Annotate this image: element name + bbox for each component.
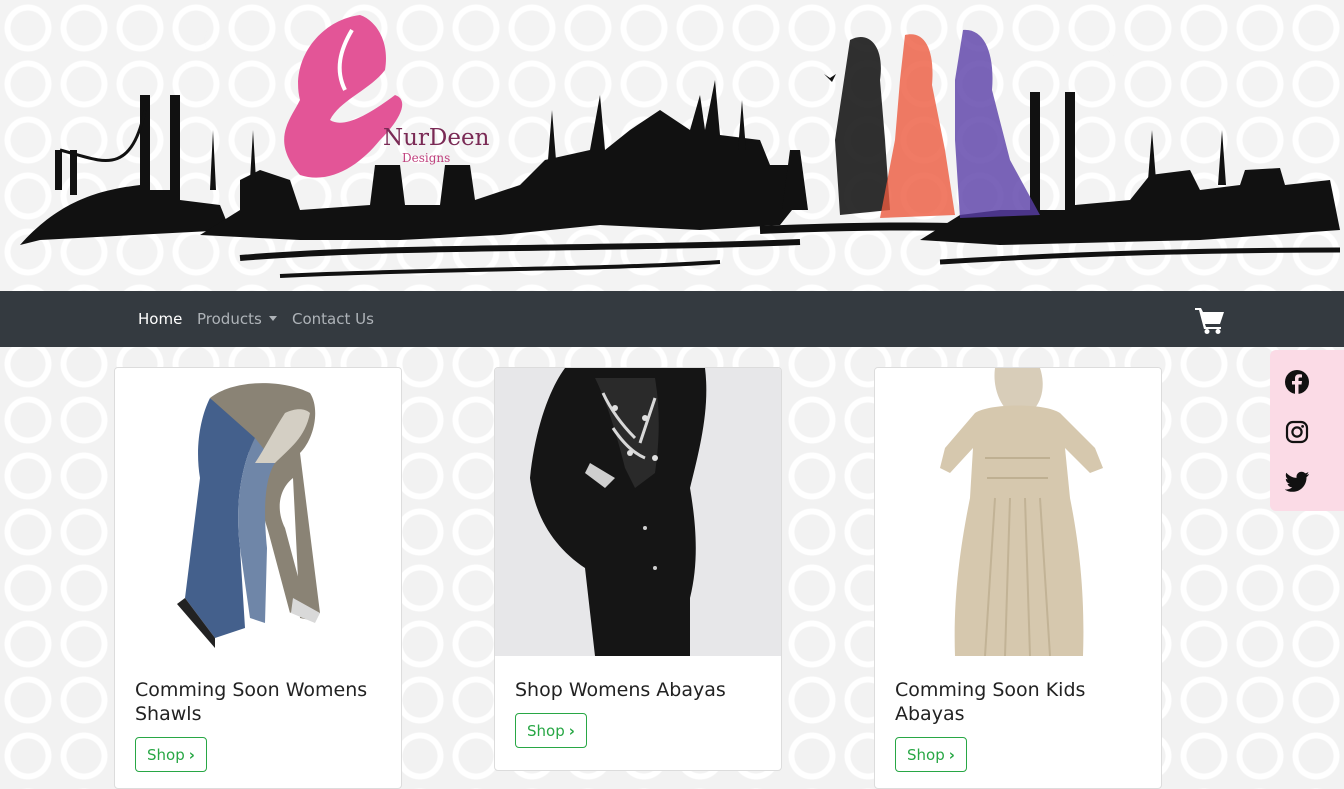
facebook-icon[interactable] bbox=[1285, 370, 1309, 394]
shawl-image bbox=[115, 368, 401, 656]
cart-icon[interactable] bbox=[1195, 306, 1225, 334]
shop-button[interactable]: Shop › bbox=[135, 737, 207, 772]
nav-products-label: Products bbox=[197, 310, 262, 328]
chevron-right-icon: › bbox=[568, 722, 575, 740]
nav-contact[interactable]: Contact Us bbox=[292, 310, 374, 328]
twitter-icon[interactable] bbox=[1285, 469, 1309, 493]
product-card-shawls: Comming Soon Womens Shawls Shop › bbox=[114, 367, 402, 789]
card-title: Shop Womens Abayas bbox=[515, 679, 726, 701]
navbar: Home Products Contact Us bbox=[0, 291, 1344, 347]
abaya-image bbox=[495, 368, 781, 656]
product-card-abayas: Shop Womens Abayas Shop › bbox=[494, 367, 782, 771]
shop-button[interactable]: Shop › bbox=[515, 713, 587, 748]
instagram-icon[interactable] bbox=[1285, 420, 1309, 444]
kids-abaya-image bbox=[875, 368, 1161, 656]
social-sidebar bbox=[1270, 350, 1344, 511]
nav-products-dropdown[interactable]: Products bbox=[197, 310, 277, 328]
card-title: Comming Soon Womens Shawls bbox=[135, 679, 368, 725]
nav-home[interactable]: Home bbox=[138, 310, 182, 328]
header-banner: NurDeen Designs bbox=[0, 0, 1344, 291]
shop-button[interactable]: Shop › bbox=[895, 737, 967, 772]
shop-label: Shop bbox=[527, 722, 565, 740]
chevron-right-icon: › bbox=[188, 746, 195, 764]
shop-label: Shop bbox=[907, 746, 945, 764]
product-card-kids-abayas: Comming Soon Kids Abayas Shop › bbox=[874, 367, 1162, 789]
chevron-right-icon: › bbox=[948, 746, 955, 764]
logo-name: NurDeen bbox=[383, 125, 490, 151]
logo-tagline: Designs bbox=[402, 151, 451, 165]
skyline-illustration bbox=[20, 15, 1341, 278]
shop-label: Shop bbox=[147, 746, 185, 764]
caret-down-icon bbox=[268, 316, 277, 321]
card-title: Comming Soon Kids Abayas bbox=[895, 679, 1086, 725]
